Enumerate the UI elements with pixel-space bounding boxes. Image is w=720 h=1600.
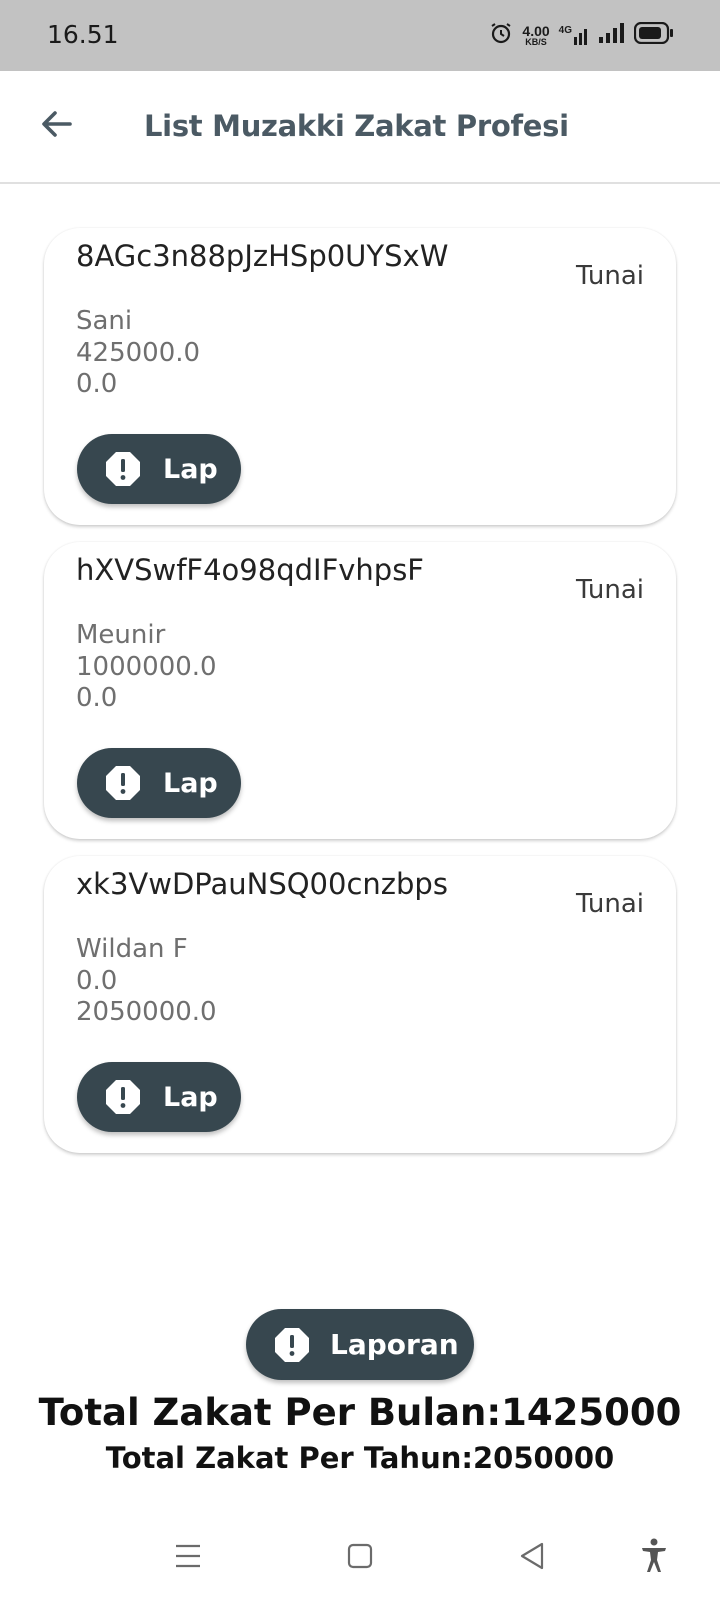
- zakat-value-2: 0.0: [76, 369, 118, 399]
- battery-icon: [633, 21, 674, 49]
- laporan-button-label: Laporan: [330, 1328, 459, 1361]
- back-button[interactable]: [36, 106, 76, 146]
- menu-icon: [174, 1543, 202, 1574]
- muzakki-name: Sani: [76, 306, 133, 336]
- muzakki-card: 8AGc3n88pJzHSp0UYSxW Tunai Sani 425000.0…: [44, 228, 676, 525]
- system-nav-bar: [0, 1520, 720, 1600]
- zakat-value-2: 2050000.0: [76, 997, 217, 1027]
- muzakki-card: xk3VwDPauNSQ00cnzbps Tunai Wildan F 0.0 …: [44, 856, 676, 1153]
- nav-home-button[interactable]: [340, 1538, 380, 1578]
- alarm-icon: [489, 21, 513, 50]
- nav-accessibility-button[interactable]: [634, 1538, 674, 1578]
- lap-button[interactable]: Lap: [77, 748, 241, 818]
- nav-back-button[interactable]: [512, 1538, 552, 1578]
- muzakki-card: hXVSwfF4o98qdIFvhpsF Tunai Meunir 100000…: [44, 542, 676, 839]
- muzakki-name: Wildan F: [76, 934, 188, 964]
- exclamation-octagon-icon: [274, 1327, 310, 1363]
- lap-button[interactable]: Lap: [77, 434, 241, 504]
- status-bar: 16.51 4.00 KB/S 4G: [0, 0, 720, 71]
- status-time: 16.51: [47, 20, 119, 49]
- exclamation-octagon-icon: [105, 1079, 141, 1115]
- total-per-month: Total Zakat Per Bulan:1425000: [38, 1391, 682, 1434]
- lap-button[interactable]: Lap: [77, 1062, 241, 1132]
- network-speed-value: 4.00: [522, 22, 550, 39]
- muzakki-id: hXVSwfF4o98qdIFvhpsF: [76, 553, 424, 587]
- network-type-label: 4G: [558, 25, 572, 36]
- lap-button-label: Lap: [163, 767, 218, 799]
- muzakki-id: 8AGc3n88pJzHSp0UYSxW: [76, 239, 449, 273]
- signal-icon: [599, 22, 625, 48]
- app-bar: List Muzakki Zakat Profesi: [0, 71, 720, 184]
- lap-button-label: Lap: [163, 453, 218, 485]
- muzakki-name: Meunir: [76, 620, 166, 650]
- payment-method: Tunai: [575, 261, 644, 291]
- exclamation-octagon-icon: [105, 451, 141, 487]
- status-icons: 4.00 KB/S 4G: [489, 18, 674, 52]
- home-square-icon: [347, 1543, 373, 1574]
- payment-method: Tunai: [575, 575, 644, 605]
- exclamation-octagon-icon: [105, 765, 141, 801]
- lap-button-label: Lap: [163, 1081, 218, 1113]
- arrow-left-icon: [38, 106, 74, 147]
- payment-method: Tunai: [575, 889, 644, 919]
- muzakki-id: xk3VwDPauNSQ00cnzbps: [76, 867, 448, 901]
- zakat-value-1: 0.0: [76, 966, 118, 996]
- accessibility-icon: [639, 1538, 669, 1579]
- laporan-button[interactable]: Laporan: [246, 1309, 474, 1380]
- nav-menu-button[interactable]: [168, 1538, 208, 1578]
- total-per-year: Total Zakat Per Tahun:2050000: [105, 1441, 615, 1475]
- zakat-value-2: 0.0: [76, 683, 118, 713]
- page-title: List Muzakki Zakat Profesi: [144, 109, 569, 143]
- network-speed-unit: KB/S: [525, 36, 547, 47]
- zakat-value-1: 1000000.0: [76, 652, 217, 682]
- network-speed: 4.00 KB/S: [522, 24, 549, 47]
- back-triangle-icon: [519, 1542, 545, 1575]
- network-4g-icon: 4G: [559, 25, 590, 45]
- zakat-value-1: 425000.0: [76, 338, 201, 368]
